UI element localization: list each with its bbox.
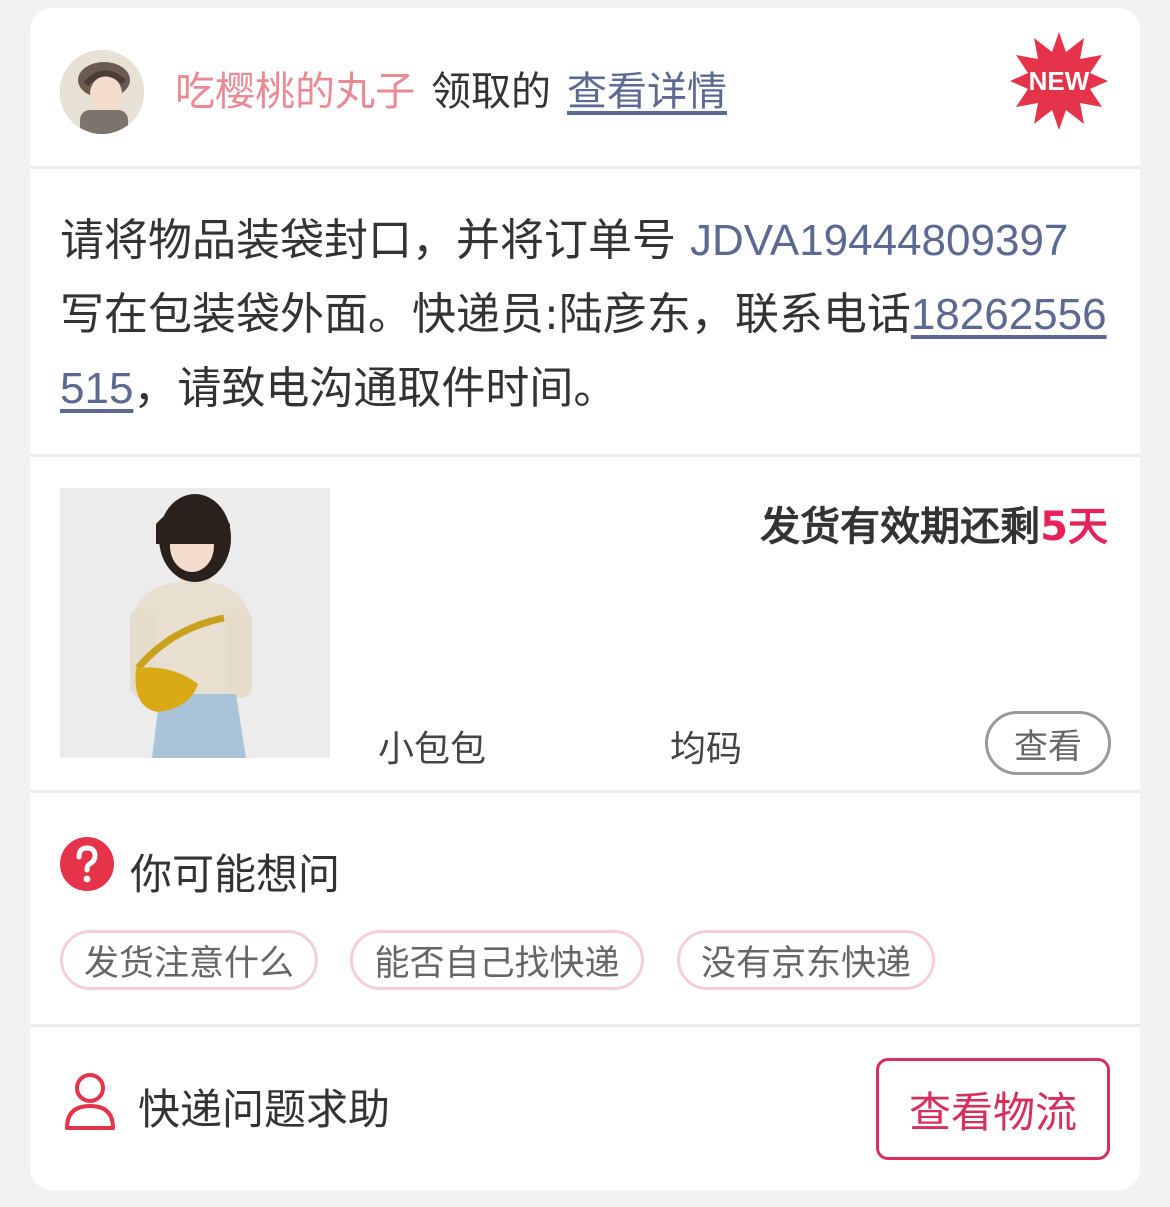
order-card: 吃樱桃的丸子 领取的 查看详情 NEW 请将物品装袋封口，并将订单号 JDVA1…	[30, 8, 1140, 1190]
shipping-validity: 发货有效期还剩5天	[760, 494, 1108, 552]
divider	[30, 454, 1140, 457]
faq-chip-shipping-notes[interactable]: 发货注意什么	[60, 930, 318, 990]
question-icon	[60, 837, 114, 891]
faq-chip-own-courier[interactable]: 能否自己找快递	[350, 930, 644, 990]
instruction-prefix: 请将物品装袋封口，并将订单号	[60, 215, 690, 266]
claim-label: 领取的	[431, 69, 551, 115]
divider	[30, 1024, 1140, 1027]
faq-title: 你可能想问	[130, 850, 341, 899]
divider	[30, 790, 1140, 793]
instruction-middle: 写在包装袋外面。快递员:陆彦东，联系电话	[60, 289, 911, 340]
user-icon	[65, 1073, 115, 1130]
new-badge: NEW	[1008, 30, 1110, 132]
validity-days: 5天	[1040, 504, 1108, 550]
claim-info: 吃樱桃的丸子 领取的 查看详情	[175, 58, 727, 118]
shipping-instruction: 请将物品装袋封口，并将订单号 JDVA19444809397 写在包装袋外面。快…	[60, 204, 1108, 426]
claimer-name[interactable]: 吃樱桃的丸子	[175, 59, 415, 117]
product-name: 小包包	[378, 729, 487, 770]
order-number[interactable]: JDVA19444809397	[690, 216, 1068, 265]
view-logistics-button[interactable]: 查看物流	[876, 1058, 1110, 1160]
view-product-button[interactable]: 查看	[985, 711, 1111, 775]
new-badge-label: NEW	[1028, 65, 1090, 96]
product-size: 均码	[670, 729, 743, 770]
view-details-link[interactable]: 查看详情	[567, 59, 727, 117]
instruction-suffix: ，请致电沟通取件时间。	[133, 363, 618, 414]
product-image[interactable]	[60, 488, 330, 758]
avatar[interactable]	[60, 50, 144, 134]
courier-help[interactable]: 快递问题求助	[138, 1076, 390, 1137]
faq-chip-no-jd-courier[interactable]: 没有京东快递	[677, 930, 935, 990]
validity-label: 发货有效期还剩	[760, 504, 1041, 550]
divider	[30, 166, 1140, 169]
